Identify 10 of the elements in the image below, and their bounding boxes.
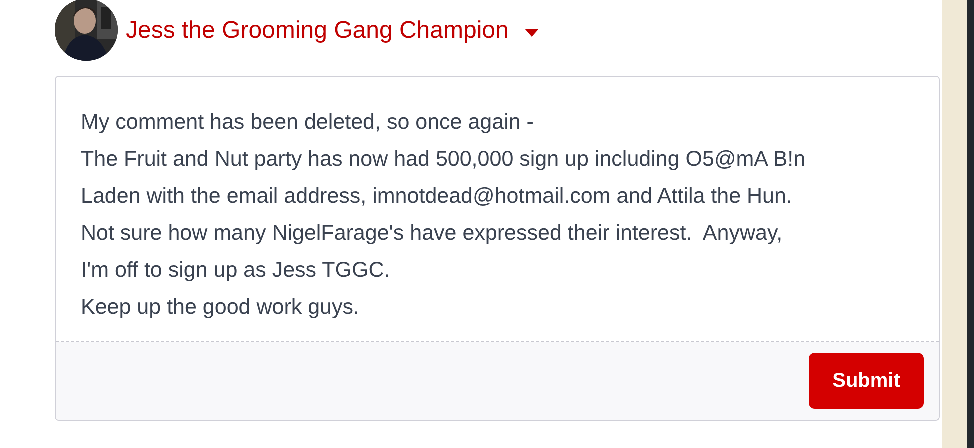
comment-line: Not sure how many NigelFarage's have expressed their interest. Anyway, <box>81 220 784 247</box>
comment-line: Laden with the email address, imnotdead@hotmail.com and Attila the Hun. <box>81 183 794 210</box>
comment-field[interactable] <box>56 77 939 342</box>
comment-line: The Fruit and Nut party has now had 500,000 sign up including O5@mA B!n <box>81 146 807 173</box>
caret-icon[interactable] <box>524 29 539 37</box>
comment-line: My comment has been deleted, so once again - <box>81 109 535 136</box>
comment-line: I'm off to sign up as Jess TGGC. <box>81 257 392 284</box>
submit-button[interactable]: Submit <box>809 353 924 409</box>
comment-line: Keep up the good work guys. <box>81 294 360 321</box>
author-name[interactable]: Jess the Grooming Gang Champion <box>126 13 509 49</box>
